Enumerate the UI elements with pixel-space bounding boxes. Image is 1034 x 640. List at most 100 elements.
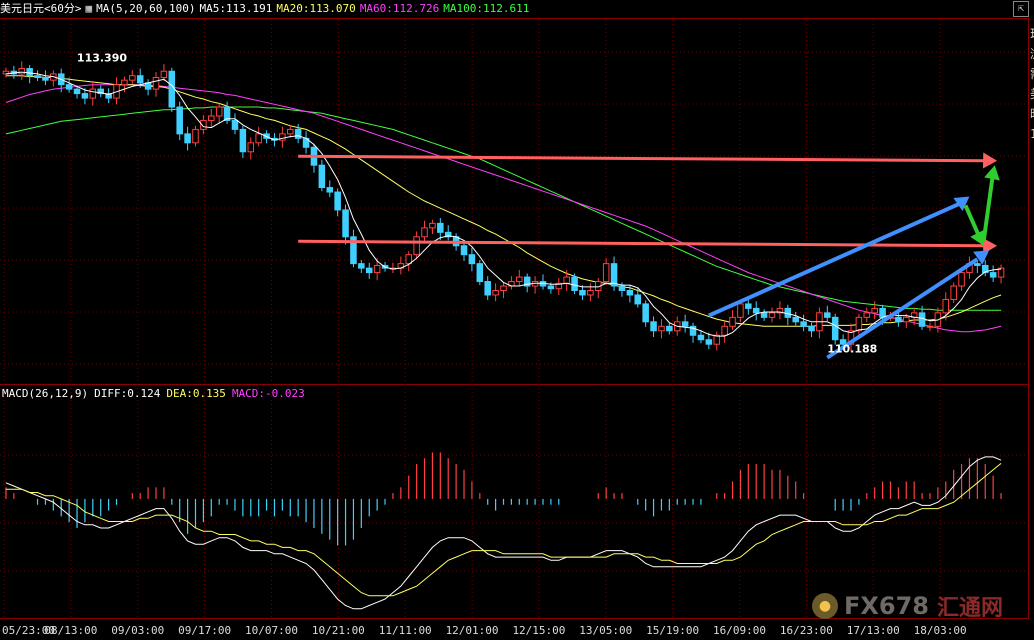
candle-body [136,75,144,84]
candle [831,313,839,345]
candle [824,305,831,321]
candle-body [239,128,247,153]
candle [334,188,341,217]
candle-body [500,285,507,291]
candle [658,319,665,339]
ma20-value: MA20:113.070 [276,2,356,15]
candle [610,256,618,291]
fx678-logo-icon: ● [812,593,838,619]
candle [215,103,223,124]
x-tick-label: 11/11:00 [379,624,432,637]
candle [752,301,760,321]
candle-body [342,209,349,238]
candle-body [831,316,839,341]
macd-histogram [5,452,1002,546]
candle-body [958,272,965,287]
x-tick-label: 09/03:00 [111,624,164,637]
up-swing-line [981,172,996,242]
candle-body [286,128,294,135]
candle-body [405,254,412,265]
candle-body [215,106,223,117]
candle-body [571,276,578,292]
candle [318,159,326,192]
candle [792,311,799,326]
candle [642,300,649,327]
candle [160,64,168,82]
candle-body [184,133,191,144]
candle [144,79,152,96]
candle-body [26,68,33,77]
candle [484,276,491,300]
candle [208,108,215,127]
candle [184,126,191,151]
candle-body [34,75,41,78]
candle-body [129,75,136,81]
candle [421,220,428,242]
price-chart[interactable]: 113.390110.188 05/23:0008/13:00 09/03:00 0… [0,0,1034,640]
candle [397,256,405,275]
high-price-label: 113.390 [77,51,127,64]
candle-body [863,312,871,318]
candle [129,70,136,84]
candle [326,180,334,197]
candle-body [895,316,902,323]
candle [350,229,357,268]
ma5-value: MA5:113.191 [199,2,273,15]
x-tick-label: 16/09:00 [713,624,766,637]
candle-body [65,84,73,90]
candle-body [587,290,594,296]
candle-body [634,294,642,305]
candle [302,131,310,154]
candle-body [294,128,302,139]
candle [105,88,112,103]
symbol-label[interactable]: 美元日元<60分> [0,2,82,15]
candle [239,125,247,159]
support-line [298,239,986,248]
candle-body [926,325,934,328]
candle-body [318,164,326,189]
header-divider [0,18,1029,19]
candle-body [879,307,886,318]
candle [50,70,57,87]
candle [587,283,594,302]
dea-value: DEA:0.135 [166,387,226,400]
x-tick-label: 12/01:00 [446,624,499,637]
candle-body [460,245,468,256]
candle-body [737,303,744,318]
candle-body [563,276,570,284]
candle [34,70,41,82]
candle-body [516,276,523,283]
candle-body [610,263,618,287]
dea-line [5,463,1002,597]
candle [863,307,871,323]
candle-body [974,263,981,266]
chart-type-icon[interactable]: ▦ [86,2,93,15]
candle-body [152,76,160,90]
candle-body [373,264,381,274]
candle-body [247,142,255,153]
candle [950,282,957,304]
candle-body [18,68,26,75]
x-axis: 05/23:0008/13:00 09/03:00 09/17:00 10/07:00… [2,624,967,637]
candle-body [760,312,768,318]
candle-body [231,119,239,130]
candle-body [413,236,420,256]
candle [721,320,728,343]
candle [595,277,602,299]
candle [286,125,294,138]
candle [768,307,776,323]
resistance-line [298,154,986,163]
ma100-line [5,106,1002,311]
candle-body [697,334,705,341]
ma60-value: MA60:112.726 [359,2,440,15]
candle [855,313,863,335]
watermark-text: FX678 [844,592,929,620]
candle [539,274,547,290]
candle-body [326,187,334,193]
candle [437,218,444,240]
drawings [298,152,1000,360]
candle-body [42,76,49,81]
candle-body [903,316,910,323]
restore-window-button[interactable]: ⇱ [1013,1,1029,17]
candle-body [666,325,673,332]
